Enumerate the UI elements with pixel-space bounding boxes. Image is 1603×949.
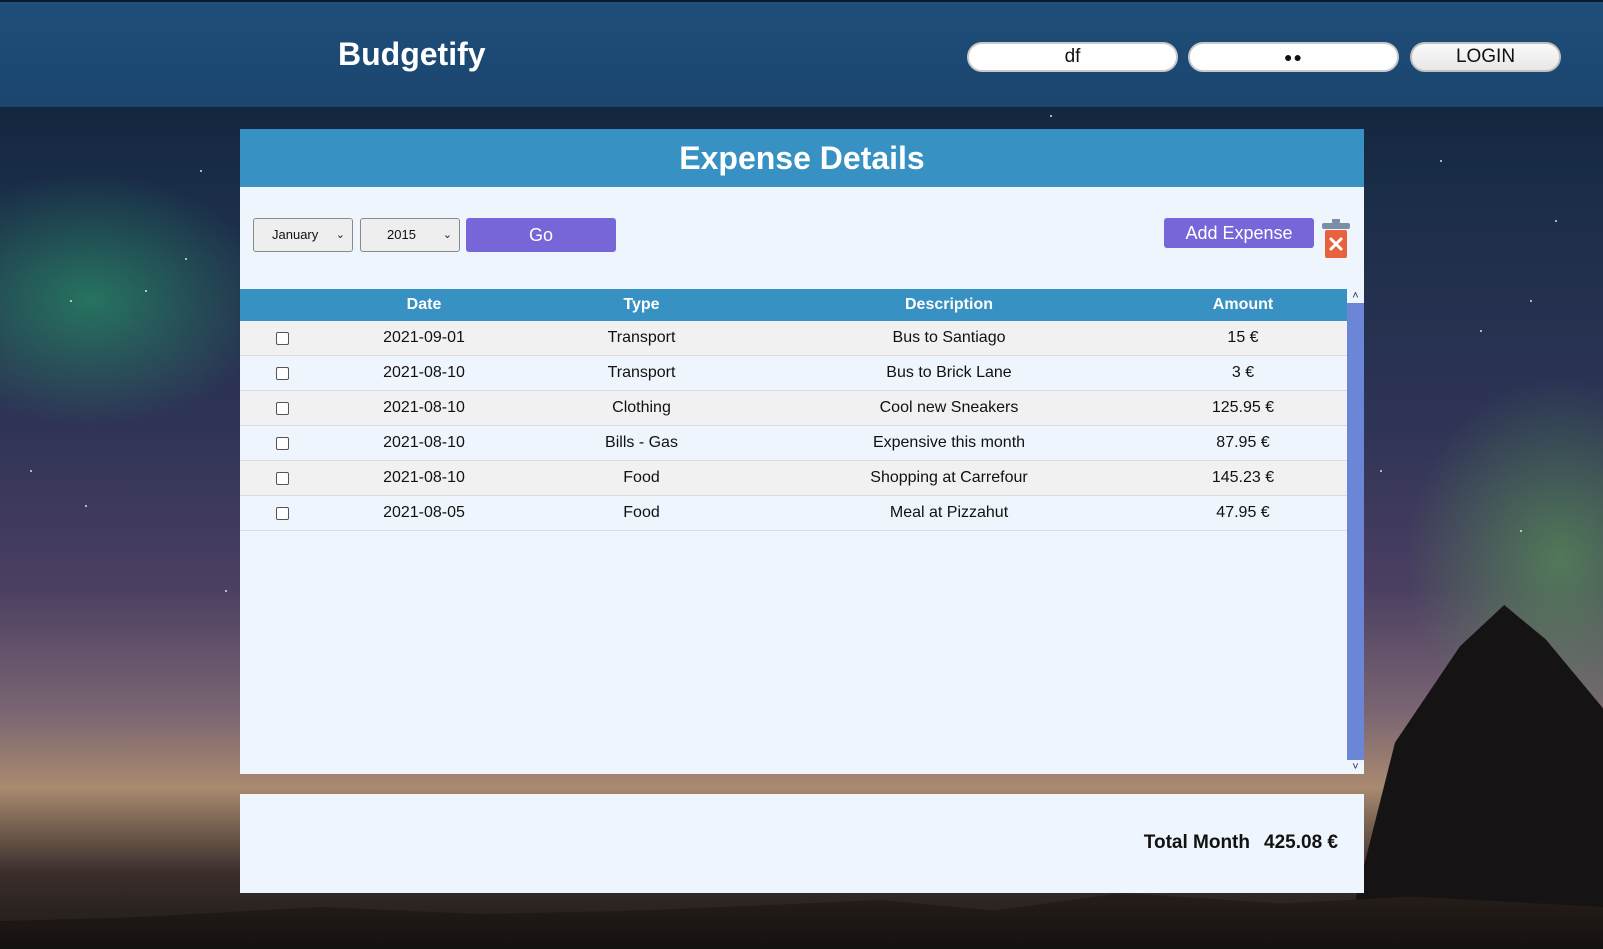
- brand-logo[interactable]: Budgetify: [338, 36, 486, 73]
- cell-description: Cool new Sneakers: [879, 399, 1019, 416]
- cell-description: Expensive this month: [872, 434, 1026, 451]
- panel-title: Expense Details: [240, 129, 1364, 187]
- column-header-date[interactable]: Date: [324, 289, 524, 321]
- trash-delete-icon[interactable]: [1320, 218, 1352, 260]
- cell-amount: 15 €: [1227, 329, 1259, 346]
- month-select-value: January: [272, 227, 319, 242]
- table-row[interactable]: 2021-08-05 Food Meal at Pizzahut 47.95 €: [240, 496, 1347, 531]
- expense-details-panel: Expense Details January ⌄ 2015 ⌄ Go Add …: [240, 129, 1364, 774]
- cell-description: Shopping at Carrefour: [870, 469, 1028, 486]
- login-button[interactable]: LOGIN: [1410, 42, 1561, 72]
- cell-type: Food: [623, 469, 660, 486]
- cell-date: 2021-09-01: [383, 329, 465, 346]
- cell-date: 2021-08-10: [383, 364, 465, 381]
- column-header-amount[interactable]: Amount: [1139, 289, 1347, 321]
- table-row[interactable]: 2021-08-10 Bills - Gas Expensive this mo…: [240, 426, 1347, 461]
- go-button[interactable]: Go: [466, 218, 616, 252]
- cell-type: Food: [623, 504, 660, 521]
- top-navigation-bar: Budgetify df ●● LOGIN: [0, 0, 1603, 107]
- cell-amount: 87.95 €: [1216, 434, 1270, 451]
- table-body: 2021-09-01 Transport Bus to Santiago 15 …: [240, 321, 1347, 531]
- cell-amount: 3 €: [1231, 364, 1255, 381]
- chevron-down-icon[interactable]: ˅: [1347, 760, 1364, 774]
- row-checkbox[interactable]: [276, 332, 289, 345]
- cell-description: Meal at Pizzahut: [889, 504, 1009, 521]
- cell-date: 2021-08-10: [383, 434, 465, 451]
- cell-description: Bus to Santiago: [892, 329, 1006, 346]
- cell-amount: 145.23 €: [1211, 469, 1275, 486]
- table-scrollbar[interactable]: ˄ ˅: [1347, 289, 1364, 774]
- table-row[interactable]: 2021-09-01 Transport Bus to Santiago 15 …: [240, 321, 1347, 356]
- month-select[interactable]: January ⌄: [253, 218, 353, 252]
- table-header: Date Type Description Amount: [240, 289, 1347, 321]
- cell-description: Bus to Brick Lane: [886, 364, 1012, 381]
- table-row[interactable]: 2021-08-10 Clothing Cool new Sneakers 12…: [240, 391, 1347, 426]
- add-expense-button[interactable]: Add Expense: [1164, 218, 1314, 248]
- row-checkbox[interactable]: [276, 367, 289, 380]
- cell-date: 2021-08-05: [383, 504, 465, 521]
- year-select[interactable]: 2015 ⌄: [360, 218, 460, 252]
- cell-date: 2021-08-10: [383, 469, 465, 486]
- password-input[interactable]: ●●: [1188, 42, 1399, 72]
- row-checkbox[interactable]: [276, 472, 289, 485]
- year-select-value: 2015: [387, 227, 416, 242]
- cell-type: Transport: [607, 364, 676, 381]
- row-checkbox[interactable]: [276, 402, 289, 415]
- cell-date: 2021-08-10: [383, 399, 465, 416]
- expense-table: Date Type Description Amount 2021-09-01 …: [240, 289, 1364, 774]
- table-row[interactable]: 2021-08-10 Food Shopping at Carrefour 14…: [240, 461, 1347, 496]
- chevron-down-icon: ⌄: [335, 229, 345, 241]
- total-footer-panel: Total Month 425.08 €: [240, 794, 1364, 893]
- cell-amount: 47.95 €: [1216, 504, 1270, 521]
- cell-type: Clothing: [612, 399, 671, 416]
- row-checkbox[interactable]: [276, 437, 289, 450]
- username-input[interactable]: df: [967, 42, 1178, 72]
- column-header-type[interactable]: Type: [524, 289, 759, 321]
- column-header-description[interactable]: Description: [759, 289, 1139, 321]
- chevron-down-icon: ⌄: [442, 229, 452, 241]
- chevron-up-icon[interactable]: ˄: [1347, 289, 1364, 303]
- table-row[interactable]: 2021-08-10 Transport Bus to Brick Lane 3…: [240, 356, 1347, 391]
- total-month-value: 425.08 €: [1264, 832, 1338, 853]
- cell-type: Transport: [607, 329, 676, 346]
- row-checkbox[interactable]: [276, 507, 289, 520]
- total-month-label: Total Month: [1143, 832, 1250, 853]
- cell-amount: 125.95 €: [1211, 399, 1275, 416]
- cell-type: Bills - Gas: [605, 434, 678, 451]
